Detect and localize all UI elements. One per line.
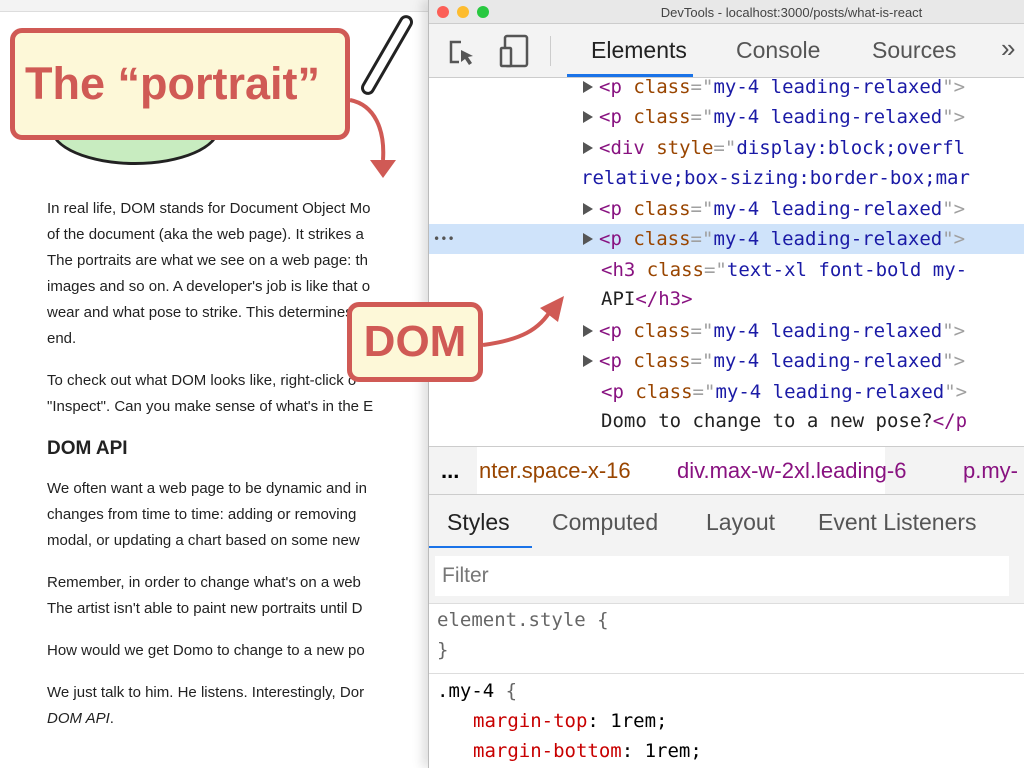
expand-triangle-icon[interactable]: [583, 142, 593, 154]
tree-node[interactable]: <h3 class="text-xl font-bold my-: [429, 255, 1024, 285]
breadcrumb: ... nter.space-x-16 div.max-w-2xl.leadin…: [429, 446, 1024, 495]
breadcrumb-item[interactable]: nter.space-x-16: [479, 447, 631, 494]
more-tabs-button[interactable]: »: [1001, 33, 1015, 64]
paragraph: We just talk to him. He listens. Interes…: [47, 684, 365, 727]
tree-node[interactable]: <p class="my-4 leading-relaxed">: [429, 377, 1024, 407]
inspect-element-icon[interactable]: [447, 38, 477, 68]
brush-illustration: [358, 12, 416, 98]
tree-node[interactable]: <p class="my-4 leading-relaxed">: [429, 72, 1024, 102]
expand-triangle-icon[interactable]: [583, 81, 593, 93]
tab-layout[interactable]: Layout: [706, 509, 775, 536]
expand-triangle-icon[interactable]: [583, 203, 593, 215]
styles-subtabs: Styles Computed Layout Event Listeners: [429, 495, 1024, 549]
css-property[interactable]: margin-top: 1rem;: [437, 710, 667, 732]
paragraph: How would we get Domo to change to a new…: [47, 642, 365, 659]
portrait-callout: The “portrait”: [10, 28, 350, 140]
title-bar: DevTools - localhost:3000/posts/what-is-…: [429, 0, 1024, 24]
elements-tree: <p class="my-4 leading-relaxed"> <p clas…: [429, 76, 1024, 446]
tab-computed[interactable]: Computed: [552, 509, 658, 536]
tab-console[interactable]: Console: [736, 37, 820, 64]
element-style-rule: element.style {}: [437, 609, 609, 661]
tab-sources[interactable]: Sources: [872, 37, 956, 64]
breadcrumb-item[interactable]: div.max-w-2xl.leading-6: [677, 447, 906, 494]
divider: [550, 36, 551, 66]
breadcrumb-overflow[interactable]: ...: [441, 447, 459, 494]
css-property[interactable]: margin-bottom: 1rem;: [437, 740, 702, 762]
tree-node[interactable]: <p class="my-4 leading-relaxed">: [429, 346, 1024, 376]
device-toolbar-icon[interactable]: [499, 34, 531, 70]
tree-node[interactable]: <p class="my-4 leading-relaxed">: [429, 102, 1024, 132]
article: In real life, DOM stands for Document Ob…: [47, 196, 440, 748]
tree-node-wrap: relative;box-sizing:border-box;mar: [581, 167, 970, 189]
tab-event-listeners[interactable]: Event Listeners: [818, 509, 977, 536]
css-rule: .my-4 { margin-top: 1rem; margin-bottom:…: [437, 680, 702, 762]
filter-input[interactable]: Filter: [435, 556, 1009, 596]
browser-bar: [0, 0, 440, 12]
expand-triangle-icon[interactable]: [583, 111, 593, 123]
tree-node-wrap: API</h3>: [601, 288, 693, 310]
tab-styles[interactable]: Styles: [447, 509, 510, 536]
paragraph: We often want a web page to be dynamic a…: [47, 480, 367, 549]
tree-node[interactable]: <p class="my-4 leading-relaxed">: [429, 316, 1024, 346]
breadcrumb-item[interactable]: p.my-: [963, 447, 1018, 494]
expand-triangle-icon[interactable]: [583, 325, 593, 337]
dom-callout: DOM: [347, 302, 483, 382]
paragraph: Remember, in order to change what's on a…: [47, 574, 363, 617]
heading: DOM API: [47, 438, 128, 459]
tree-node-wrap: Domo to change to a new pose?</p: [601, 410, 968, 432]
devtools-toolbar: Elements Console Sources »: [429, 24, 1024, 78]
expand-triangle-icon[interactable]: [583, 355, 593, 367]
tree-node[interactable]: <p class="my-4 leading-relaxed">: [429, 194, 1024, 224]
tree-node-selected[interactable]: ••• <p class="my-4 leading-relaxed">: [429, 224, 1024, 254]
window-title: DevTools - localhost:3000/posts/what-is-…: [660, 5, 923, 20]
tab-elements[interactable]: Elements: [591, 37, 687, 64]
devtools-panel: DevTools - localhost:3000/posts/what-is-…: [428, 0, 1024, 768]
expand-triangle-icon[interactable]: [583, 233, 593, 245]
node-menu-icon[interactable]: •••: [433, 224, 455, 254]
tree-node[interactable]: <div style="display:block;overfl: [429, 133, 1024, 163]
